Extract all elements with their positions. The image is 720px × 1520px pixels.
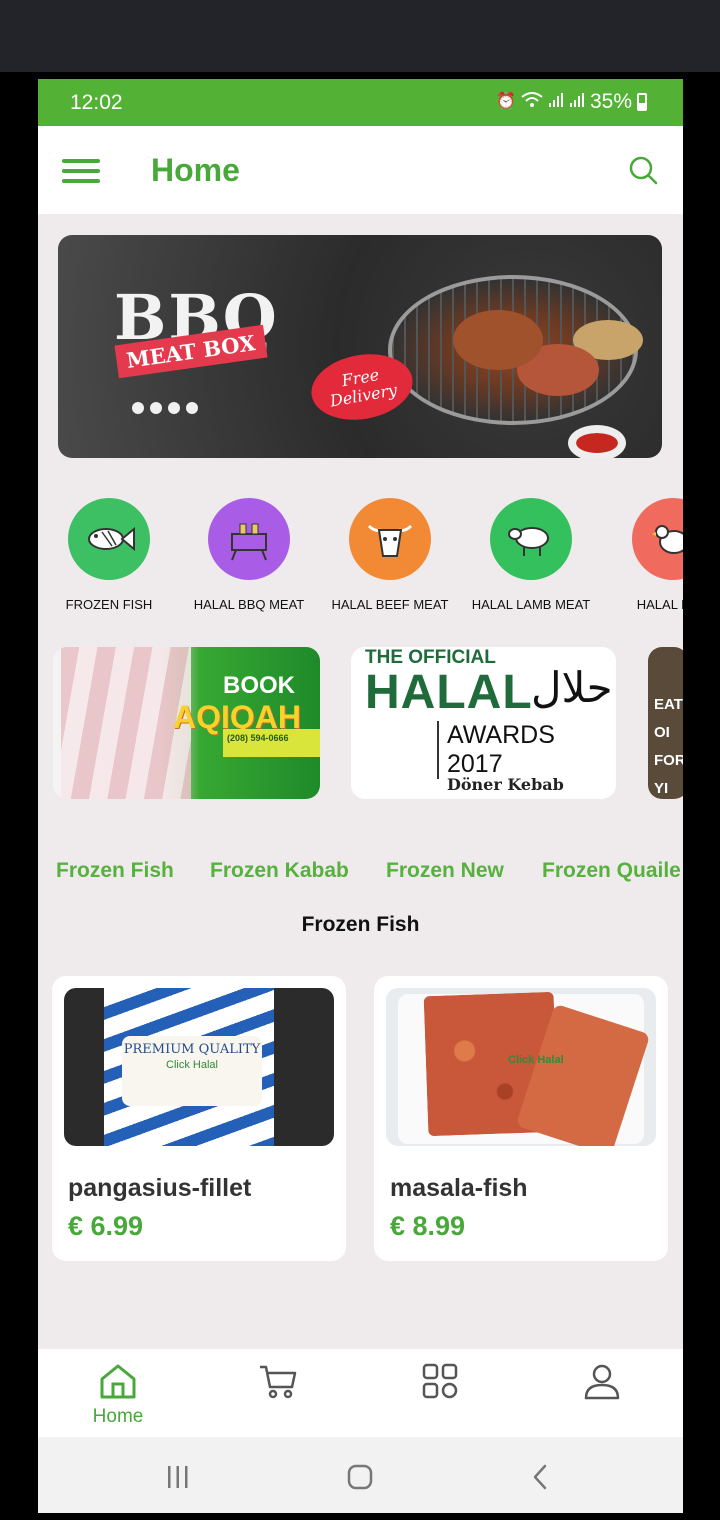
promo-aqiqah[interactable]: BOOK AQIQAH (208) 594-0666	[53, 647, 320, 799]
bbq-icon	[208, 498, 290, 580]
meat-image	[61, 647, 191, 799]
status-time: 12:02	[70, 91, 123, 114]
product-image: Click Halal	[386, 988, 656, 1146]
app-bar: Home	[38, 126, 683, 214]
product-image: PREMIUM QUALITY Click Halal	[64, 988, 334, 1146]
sauce-image	[568, 425, 626, 458]
chicken-icon	[632, 498, 683, 580]
product-card[interactable]: PREMIUM QUALITY Click Halal pangasius-fi…	[52, 976, 346, 1261]
home-icon	[100, 1364, 136, 1399]
product-image-brand: Click Halal	[166, 1059, 218, 1071]
grid-icon	[422, 1363, 458, 1399]
cart-icon	[260, 1365, 297, 1399]
promo-halal-awards[interactable]: THE OFFICIAL HALAL حلال AWARDS 2017 Döne…	[351, 647, 616, 799]
product-card[interactable]: Click Halal masala-fish € 8.99	[374, 976, 668, 1261]
category-halal-bbq-meat[interactable]: HALAL BBQ MEAT	[179, 498, 319, 612]
section-title: Frozen Fish	[301, 913, 420, 936]
promo-eat[interactable]: EAT OI FOR YI AND T	[648, 647, 683, 799]
nav-cart[interactable]	[238, 1361, 318, 1406]
bottom-nav: Home	[38, 1349, 683, 1437]
nav-home-label: Home	[92, 1406, 144, 1427]
product-image-text: PREMIUM QUALITY	[123, 1042, 261, 1057]
promo-line: HALAL	[365, 666, 533, 719]
subcategory-tabs: Frozen Fish Frozen Kabab Frozen New Froz…	[38, 859, 683, 889]
social-icons	[132, 402, 198, 414]
top-bezel	[0, 0, 720, 72]
category-halal-beef-meat[interactable]: HALAL BEEF MEAT	[320, 498, 460, 612]
page-title: Home	[151, 152, 240, 188]
sheep-icon	[490, 498, 572, 580]
category-label: FROZEN FISH	[65, 597, 153, 612]
hamburger-menu-icon[interactable]	[62, 159, 100, 183]
product-name: pangasius-fillet	[68, 1174, 252, 1202]
subtab-frozen-kabab[interactable]: Frozen Kabab	[210, 859, 349, 883]
product-price: € 8.99	[390, 1211, 466, 1241]
fish-icon	[68, 498, 150, 580]
category-frozen-fish[interactable]: FROZEN FISH	[39, 498, 179, 612]
meat-image	[453, 310, 543, 370]
product-image-brand: Click Halal	[508, 1054, 564, 1066]
nav-home[interactable]: Home	[78, 1361, 158, 1428]
app-screen: 12:02 ⏰ 35% Home BBQ MEAT BOX Free Deliv…	[38, 79, 683, 1513]
product-price: € 6.99	[68, 1211, 144, 1241]
wifi-icon	[521, 92, 543, 112]
category-label: HALAL LAMB MEAT	[471, 597, 591, 612]
system-nav-bar	[38, 1437, 683, 1513]
promo-arabic: حلال	[531, 664, 613, 711]
back-icon[interactable]	[522, 1459, 558, 1495]
alarm-icon: ⏰	[496, 93, 516, 110]
status-bar: 12:02 ⏰ 35%	[38, 79, 683, 126]
signal-icon	[569, 92, 585, 112]
category-row: FROZEN FISH HALAL BBQ MEAT HALAL BEEF ME…	[38, 498, 683, 623]
profile-icon	[584, 1364, 620, 1400]
cow-icon	[349, 498, 431, 580]
nav-categories[interactable]	[400, 1361, 480, 1406]
category-label: HALAL POU	[636, 597, 683, 612]
promo-line: EAT OI FOR YI AND T	[654, 696, 683, 797]
signal-icon	[548, 92, 564, 112]
category-halal-poultry[interactable]: HALAL POU	[603, 498, 683, 612]
battery-icon	[637, 93, 647, 111]
subtab-frozen-quaile[interactable]: Frozen Quaile	[542, 859, 681, 883]
search-icon[interactable]	[627, 154, 659, 186]
category-label: HALAL BEEF MEAT	[331, 597, 449, 612]
promo-partner: Döner Kebab	[447, 775, 564, 794]
promo-phone: (208) 594-0666	[223, 729, 320, 757]
category-halal-lamb-meat[interactable]: HALAL LAMB MEAT	[461, 498, 601, 612]
subtab-frozen-fish[interactable]: Frozen Fish	[56, 859, 174, 883]
promo-line: BOOK	[223, 672, 295, 699]
promo-line: AWARDS 2017	[437, 721, 616, 779]
nav-profile[interactable]	[562, 1361, 642, 1406]
category-label: HALAL BBQ MEAT	[193, 597, 305, 612]
status-icons: ⏰ 35%	[496, 90, 647, 114]
battery-percent: 35%	[589, 90, 632, 113]
home-system-icon[interactable]	[342, 1459, 378, 1495]
hero-banner[interactable]: BBQ MEAT BOX Free Delivery	[58, 235, 662, 458]
promo-carousel: BOOK AQIQAH (208) 594-0666 THE OFFICIAL …	[38, 647, 683, 800]
subtab-frozen-new[interactable]: Frozen New	[386, 859, 504, 883]
recent-apps-icon[interactable]	[160, 1459, 196, 1495]
product-name: masala-fish	[390, 1174, 528, 1202]
